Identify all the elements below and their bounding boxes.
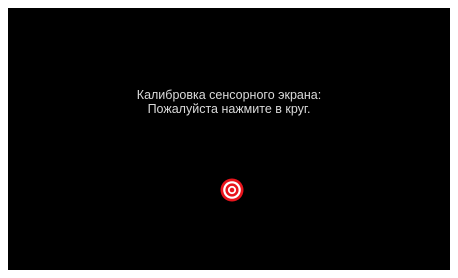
- calibration-title: Калибровка сенсорного экрана:: [136, 88, 322, 102]
- bullseye-target-icon: [220, 178, 244, 202]
- calibration-instructions: Калибровка сенсорного экрана: Пожалуйста…: [8, 88, 450, 116]
- calibration-target[interactable]: [220, 178, 244, 202]
- calibration-screen: Калибровка сенсорного экрана: Пожалуйста…: [8, 8, 450, 270]
- calibration-prompt: Пожалуйста нажмите в круг.: [147, 102, 311, 116]
